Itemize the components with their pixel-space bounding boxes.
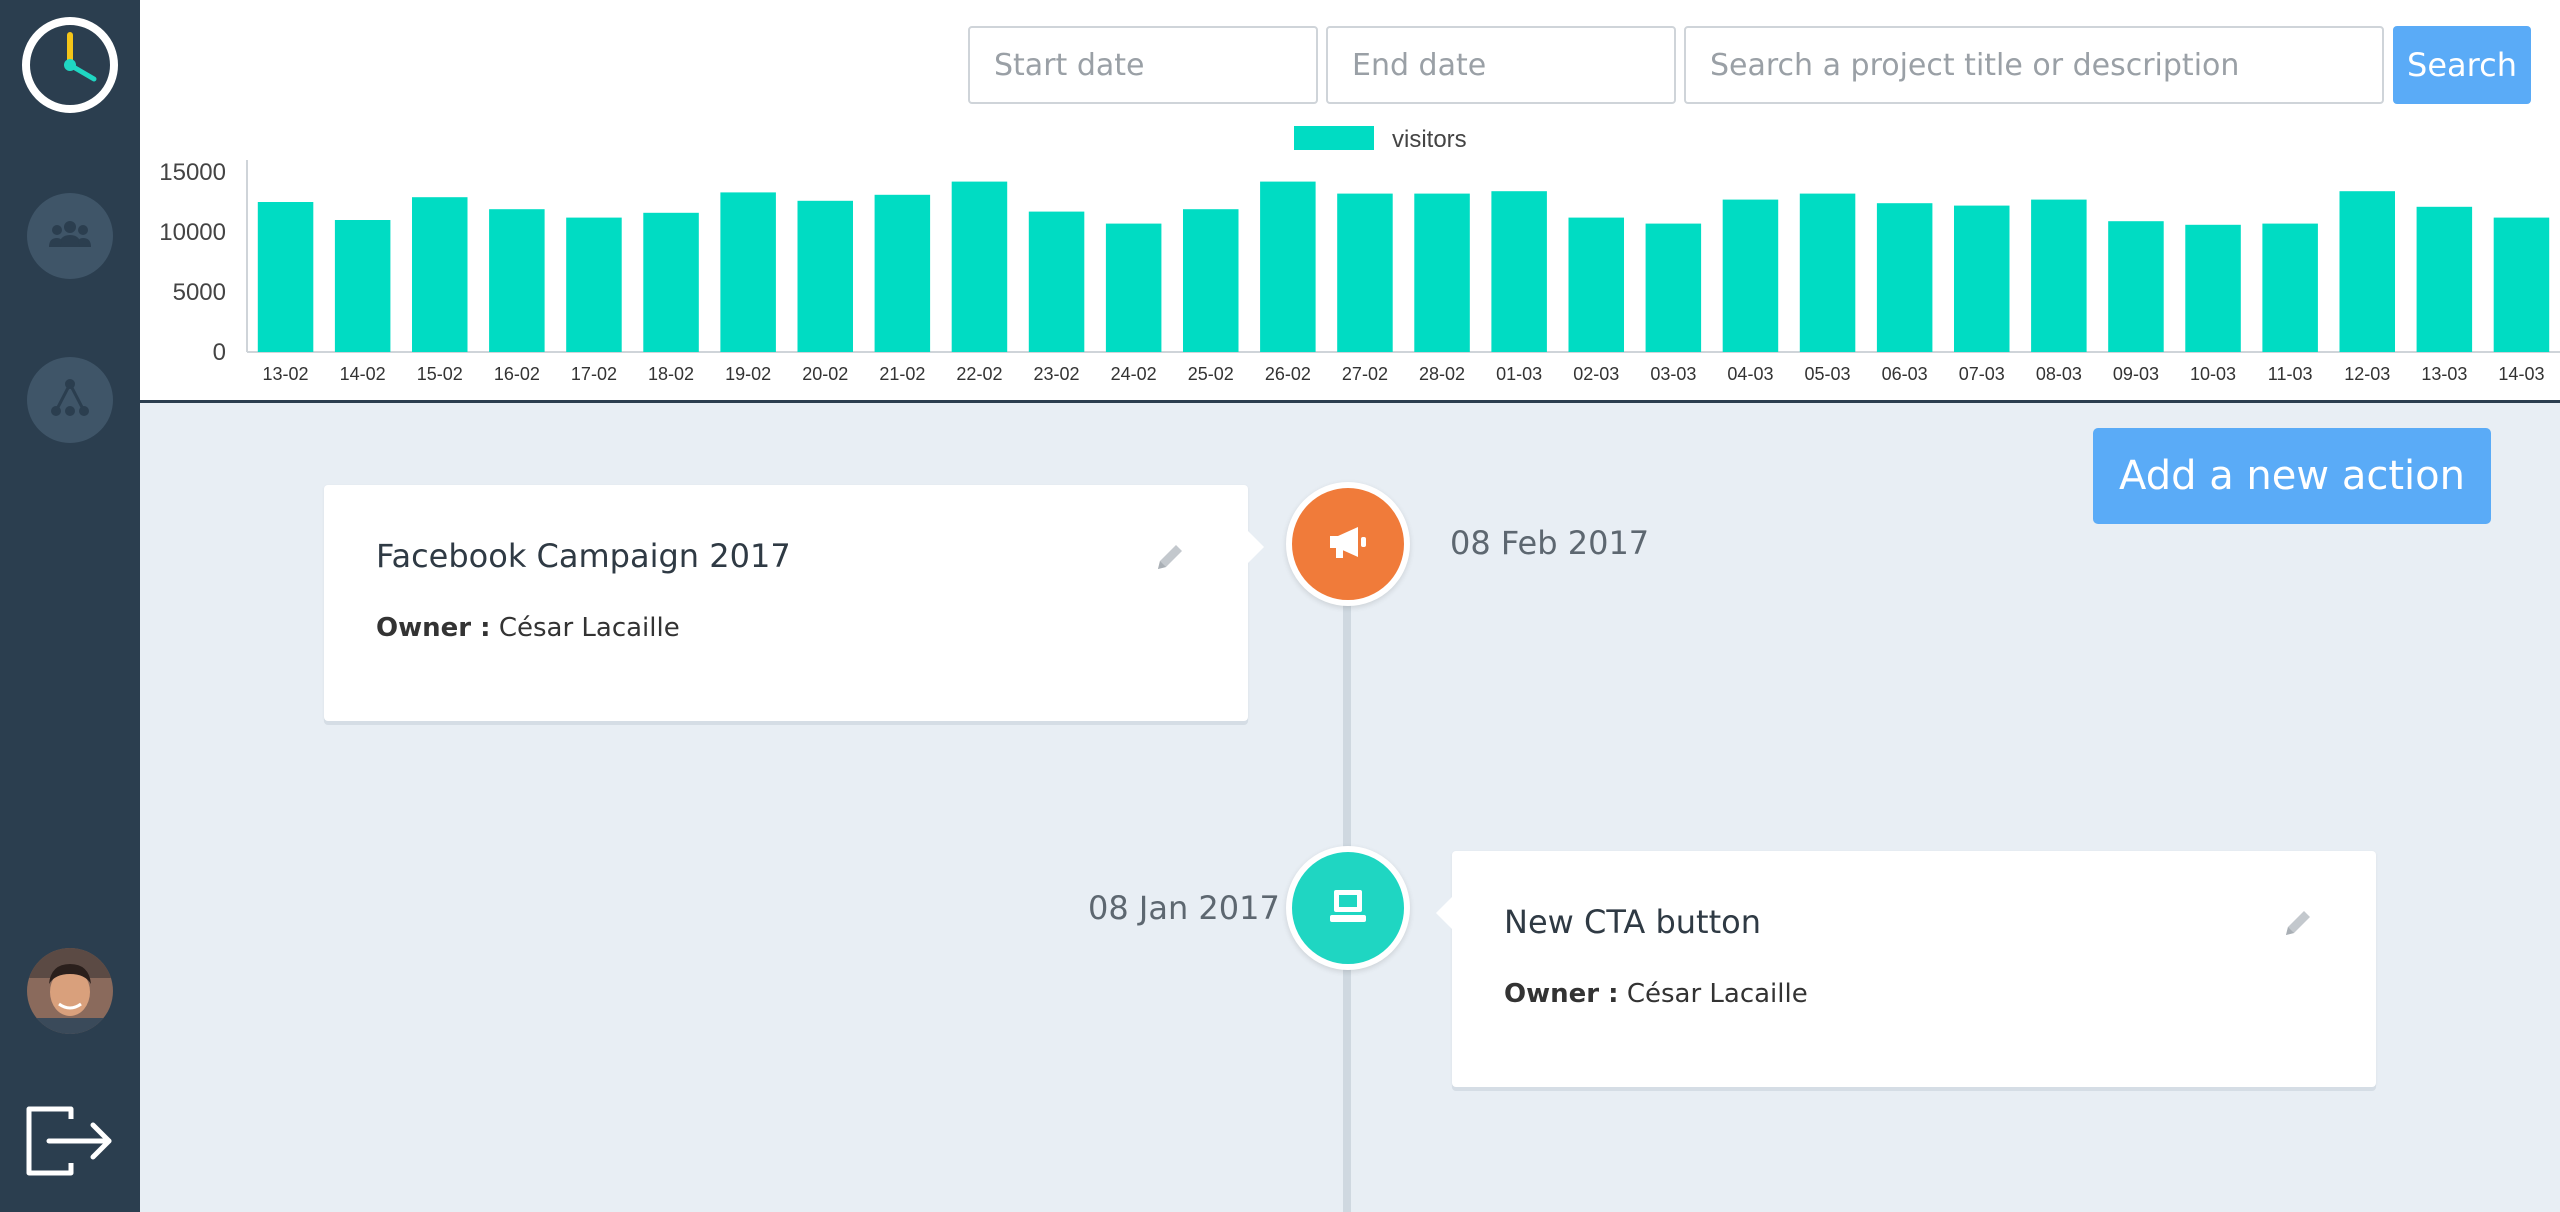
x-tick-label: 20-02	[802, 364, 848, 384]
x-tick-label: 14-02	[340, 364, 386, 384]
x-tick-label: 28-02	[1419, 364, 1465, 384]
owner-name: César Lacaille	[498, 613, 680, 643]
bar	[1414, 193, 1470, 352]
y-tick-label: 10000	[159, 219, 226, 246]
x-tick-label: 04-03	[1727, 364, 1773, 384]
card-owner: Owner : César Lacaille	[376, 613, 680, 643]
clock-logo-icon[interactable]	[20, 15, 120, 115]
bar	[2262, 223, 2318, 352]
x-tick-label: 27-02	[1342, 364, 1388, 384]
team-icon	[48, 219, 92, 254]
legend-label: visitors	[1392, 126, 1467, 153]
card-title: Facebook Campaign 2017	[376, 537, 791, 575]
x-tick-label: 26-02	[1265, 364, 1311, 384]
bar	[1337, 193, 1393, 352]
owner-label: Owner :	[376, 613, 491, 643]
x-tick-label: 25-02	[1188, 364, 1234, 384]
x-tick-label: 23-02	[1034, 364, 1080, 384]
x-tick-label: 03-03	[1650, 364, 1696, 384]
search-button[interactable]: Search	[2393, 26, 2531, 104]
logout-icon[interactable]	[25, 1105, 115, 1177]
x-tick-label: 10-03	[2190, 364, 2236, 384]
bar	[874, 194, 931, 352]
sidebar-item-hierarchy[interactable]	[27, 357, 113, 443]
bar	[334, 220, 391, 352]
x-tick-label: 02-03	[1573, 364, 1619, 384]
hierarchy-icon	[48, 376, 92, 425]
owner-label: Owner :	[1504, 979, 1619, 1009]
end-date-input[interactable]	[1326, 26, 1676, 104]
timeline-node	[1286, 846, 1410, 970]
y-tick-label: 0	[213, 339, 226, 366]
bar	[2185, 224, 2241, 352]
x-tick-label: 21-02	[879, 364, 925, 384]
x-tick-label: 16-02	[494, 364, 540, 384]
x-tick-label: 05-03	[1805, 364, 1851, 384]
x-tick-label: 13-02	[263, 364, 309, 384]
timeline-card[interactable]: New CTA button Owner : César Lacaille	[1436, 851, 2376, 1087]
x-tick-label: 01-03	[1496, 364, 1542, 384]
bar	[1491, 191, 1547, 352]
add-new-action-button[interactable]: Add a new action	[2093, 428, 2491, 524]
x-tick-label: 24-02	[1111, 364, 1157, 384]
x-tick-label: 13-03	[2421, 364, 2467, 384]
computer-icon	[1328, 888, 1368, 929]
bar	[1876, 203, 1933, 352]
x-tick-label: 06-03	[1882, 364, 1928, 384]
bar	[566, 217, 622, 352]
bar	[797, 200, 854, 352]
x-tick-label: 17-02	[571, 364, 617, 384]
timeline-node	[1286, 482, 1410, 606]
bar	[1028, 211, 1085, 352]
owner-name: César Lacaille	[1626, 979, 1808, 1009]
bar	[2493, 217, 2550, 352]
x-tick-label: 19-02	[725, 364, 771, 384]
x-tick-label: 22-02	[956, 364, 1002, 384]
bar	[951, 181, 1008, 352]
megaphone-icon	[1326, 524, 1370, 565]
x-tick-label: 09-03	[2113, 364, 2159, 384]
bar	[257, 202, 314, 352]
pencil-icon[interactable]	[1152, 539, 1188, 575]
bar	[1182, 209, 1239, 352]
bar	[1953, 205, 2010, 352]
card-owner: Owner : César Lacaille	[1504, 979, 1808, 1009]
bar	[2416, 206, 2473, 352]
timeline-card[interactable]: Facebook Campaign 2017 Owner : César Lac…	[324, 485, 1264, 721]
user-avatar[interactable]	[27, 948, 113, 1034]
x-tick-label: 18-02	[648, 364, 694, 384]
bar	[2339, 191, 2396, 352]
bar	[643, 212, 699, 352]
legend-swatch	[1294, 126, 1374, 150]
bar	[720, 192, 776, 352]
y-tick-label: 5000	[173, 279, 226, 306]
sidebar-item-team[interactable]	[27, 193, 113, 279]
sidebar	[0, 0, 140, 1212]
search-input[interactable]	[1684, 26, 2384, 104]
pencil-icon[interactable]	[2280, 905, 2316, 941]
x-tick-label: 08-03	[2036, 364, 2082, 384]
bar	[1799, 193, 1856, 352]
x-tick-label: 15-02	[417, 364, 463, 384]
bar	[1260, 181, 1316, 352]
bar	[489, 209, 545, 352]
visitors-bar-chart: visitors 0 5000 10000 15000 13-02 14-02 15-02 16…	[159, 126, 2560, 384]
bar	[1645, 223, 1702, 352]
card-title: New CTA button	[1504, 903, 1761, 941]
bar	[2031, 199, 2087, 352]
timeline-date: 08 Jan 2017	[1088, 889, 1280, 927]
bar	[2108, 221, 2164, 352]
start-date-input[interactable]	[968, 26, 1318, 104]
bar	[1722, 199, 1779, 352]
bar	[411, 197, 468, 352]
timeline-date: 08 Feb 2017	[1450, 524, 1650, 562]
x-tick-label: 14-03	[2498, 364, 2544, 384]
y-tick-label: 15000	[159, 159, 226, 186]
bar	[1568, 217, 1625, 352]
x-tick-label: 07-03	[1959, 364, 2005, 384]
bar	[1105, 223, 1162, 352]
x-tick-label: 11-03	[2268, 364, 2313, 384]
x-tick-label: 12-03	[2344, 364, 2390, 384]
